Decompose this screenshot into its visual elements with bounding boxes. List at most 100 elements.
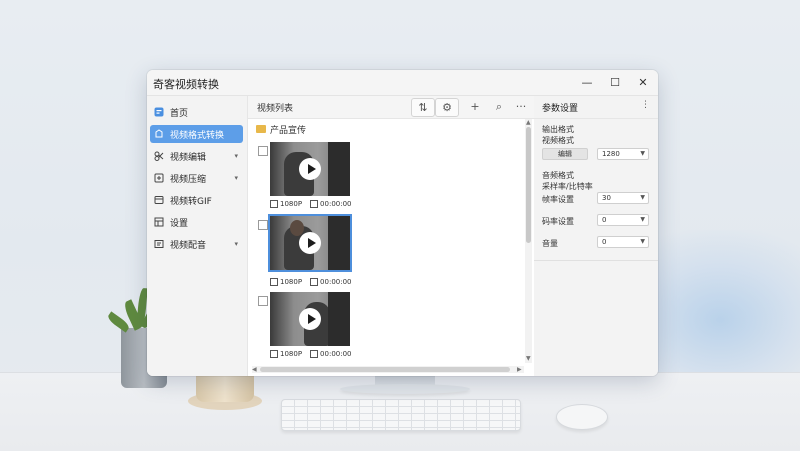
sidebar-item-label: 视频压缩 bbox=[170, 174, 207, 185]
sidebar-item-settings[interactable]: 设置 bbox=[150, 213, 243, 231]
sidebar-item-label: 视频格式转换 bbox=[170, 130, 225, 141]
sidebar-item-video-edit[interactable]: 视频编辑 ▾ bbox=[150, 147, 243, 165]
title-bar: 奇客视频转换 — ☐ ✕ bbox=[147, 70, 658, 96]
maximize-button[interactable]: ☐ bbox=[601, 73, 629, 91]
app-window: 奇客视频转换 — ☐ ✕ 首页 视频格式转换 视频编辑 ▾ 视频压缩 ▾ 视频转… bbox=[147, 70, 658, 376]
folder-name: 产品宣传 bbox=[270, 125, 307, 136]
sidebar-item-label: 视频配音 bbox=[170, 240, 207, 251]
video-resolution: 1080P bbox=[280, 350, 303, 358]
edit-format-button[interactable]: 编辑 bbox=[542, 148, 588, 160]
mouse bbox=[556, 404, 608, 430]
sidebar-item-video-gif[interactable]: 视频转GIF bbox=[150, 191, 243, 209]
folder-row[interactable]: 产品宣传 bbox=[256, 123, 307, 136]
search-icon: ⌕ bbox=[495, 99, 503, 113]
frame-rate-label: 帧率设置 bbox=[542, 195, 574, 204]
video-format-label: 视频格式 bbox=[542, 136, 574, 145]
bitrate-select[interactable]: 0 ▼ bbox=[597, 214, 649, 226]
video-duration: 00:00:00 bbox=[320, 350, 352, 358]
sidebar-item-label: 视频编辑 bbox=[170, 152, 207, 163]
dub-icon bbox=[154, 239, 164, 249]
video-format-select[interactable]: 1280 ▼ bbox=[597, 148, 649, 160]
gear-icon: ⚙ bbox=[442, 101, 452, 114]
more-button[interactable]: ··· bbox=[510, 98, 532, 115]
video-resolution: 1080P bbox=[280, 278, 303, 286]
chevron-down-icon: ▼ bbox=[640, 238, 645, 245]
volume-label: 音量 bbox=[542, 239, 558, 248]
close-button[interactable]: ✕ bbox=[629, 73, 657, 91]
edit-icon bbox=[154, 151, 164, 161]
frame-rate-value: 30 bbox=[602, 194, 611, 202]
plus-icon: + bbox=[470, 100, 480, 113]
audio-format-label: 音频格式 bbox=[542, 171, 574, 180]
play-icon[interactable] bbox=[299, 308, 321, 330]
chevron-down-icon: ▼ bbox=[640, 150, 645, 157]
panel-title: 视频列表 bbox=[257, 104, 294, 114]
bitrate-label: 码率设置 bbox=[542, 217, 574, 226]
sidebar-item-label: 首页 bbox=[170, 108, 189, 119]
bitrate-value: 0 bbox=[602, 216, 607, 224]
list-toolbar: 视频列表 ⇅ ⚙ + ⌕ ··· bbox=[248, 96, 534, 119]
chevron-down-icon: ▾ bbox=[234, 152, 238, 160]
video-duration: 00:00:00 bbox=[320, 278, 352, 286]
more-icon[interactable]: ⋮ bbox=[641, 100, 650, 110]
scrollbar-thumb[interactable] bbox=[526, 127, 531, 243]
resolution-icon bbox=[270, 278, 278, 286]
chevron-down-icon: ▼ bbox=[640, 194, 645, 201]
sidebar: 首页 视频格式转换 视频编辑 ▾ 视频压缩 ▾ 视频转GIF 设置 视频配音 ▾ bbox=[147, 96, 247, 376]
resolution-icon bbox=[270, 200, 278, 208]
sidebar-item-label: 设置 bbox=[170, 218, 189, 229]
video-checkbox[interactable] bbox=[258, 296, 268, 306]
home-icon bbox=[154, 107, 164, 117]
video-thumbnail[interactable] bbox=[270, 292, 350, 346]
duration-icon bbox=[310, 278, 319, 286]
sidebar-item-format-convert[interactable]: 视频格式转换 bbox=[150, 125, 243, 143]
params-panel: 参数设置 ⋮ 输出格式 视频格式 编辑 1280 ▼ 音频格式 采样率/比特率 … bbox=[534, 96, 658, 376]
play-icon[interactable] bbox=[299, 158, 321, 180]
video-thumbnail[interactable] bbox=[270, 142, 350, 196]
compress-icon bbox=[154, 173, 164, 183]
volume-stepper[interactable]: 0 ▼ bbox=[597, 236, 649, 248]
video-thumbnail[interactable] bbox=[268, 214, 352, 272]
scroll-down-icon[interactable]: ▼ bbox=[526, 355, 531, 362]
more-icon: ··· bbox=[515, 100, 527, 113]
sidebar-item-label: 视频转GIF bbox=[170, 196, 212, 207]
add-button[interactable]: + bbox=[464, 98, 486, 115]
video-resolution: 1080P bbox=[280, 200, 303, 208]
params-title: 参数设置 bbox=[542, 104, 579, 114]
volume-value: 0 bbox=[602, 238, 607, 246]
resolution-icon bbox=[270, 350, 278, 358]
params-header: 参数设置 ⋮ bbox=[534, 96, 658, 119]
divider bbox=[534, 260, 658, 261]
scroll-left-icon[interactable]: ◀ bbox=[252, 366, 257, 373]
vertical-scrollbar[interactable]: ▲ ▼ bbox=[525, 119, 532, 363]
sidebar-item-video-dub[interactable]: 视频配音 ▾ bbox=[150, 235, 243, 253]
output-format-label: 输出格式 bbox=[542, 125, 574, 134]
convert-icon bbox=[154, 129, 164, 139]
chevron-down-icon: ▾ bbox=[234, 240, 238, 248]
monitor-base bbox=[340, 384, 470, 394]
keyboard bbox=[281, 399, 521, 431]
settings-button[interactable]: ⚙ bbox=[435, 98, 459, 117]
video-checkbox[interactable] bbox=[258, 220, 268, 230]
gif-icon bbox=[154, 195, 164, 205]
frame-rate-select[interactable]: 30 ▼ bbox=[597, 192, 649, 204]
video-duration: 00:00:00 bbox=[320, 200, 352, 208]
scroll-right-icon[interactable]: ▶ bbox=[517, 366, 522, 373]
video-meta: 1080P 00:00:00 bbox=[270, 278, 360, 286]
video-checkbox[interactable] bbox=[258, 146, 268, 156]
folder-icon bbox=[256, 125, 266, 133]
search-button[interactable]: ⌕ bbox=[488, 98, 510, 115]
sidebar-item-home[interactable]: 首页 bbox=[150, 103, 243, 121]
video-meta: 1080P 00:00:00 bbox=[270, 350, 360, 358]
duration-icon bbox=[310, 200, 319, 208]
audio-sub-label: 采样率/比特率 bbox=[542, 182, 593, 191]
play-icon[interactable] bbox=[299, 232, 321, 254]
chevron-down-icon: ▾ bbox=[234, 174, 238, 182]
settings-icon bbox=[154, 217, 164, 227]
sort-button[interactable]: ⇅ bbox=[411, 98, 435, 117]
scrollbar-thumb[interactable] bbox=[260, 367, 510, 372]
sidebar-item-video-compress[interactable]: 视频压缩 ▾ bbox=[150, 169, 243, 187]
horizontal-scrollbar[interactable]: ◀ ▶ bbox=[252, 366, 524, 373]
minimize-button[interactable]: — bbox=[573, 73, 601, 91]
scroll-up-icon[interactable]: ▲ bbox=[526, 119, 531, 126]
